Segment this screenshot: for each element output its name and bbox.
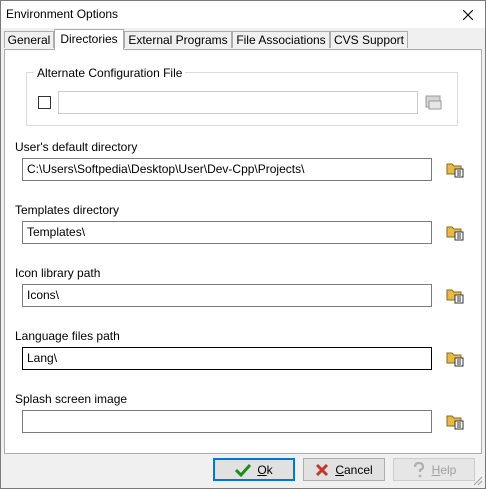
- ok-button[interactable]: Ok: [213, 458, 295, 481]
- alternate-config-label: Alternate Configuration File: [34, 66, 186, 80]
- icon-path-browse-button[interactable]: [444, 284, 466, 306]
- templates-dir-input[interactable]: Templates\: [22, 221, 432, 244]
- environment-options-dialog: Environment Options General Directories …: [0, 0, 486, 489]
- folder-browse-icon: [446, 289, 464, 304]
- alternate-config-checkbox[interactable]: [38, 96, 51, 109]
- window-title: Environment Options: [6, 7, 119, 21]
- help-button[interactable]: Help: [393, 458, 475, 481]
- default-dir-browse-button[interactable]: [444, 158, 466, 180]
- title-bar: Environment Options: [1, 1, 485, 28]
- question-icon: [412, 461, 426, 478]
- cross-icon: [315, 463, 329, 477]
- splash-image-browse-button[interactable]: [444, 410, 466, 432]
- alternate-config-input[interactable]: [58, 91, 418, 114]
- folder-browse-icon: [446, 415, 464, 430]
- folder-browse-icon: [446, 163, 464, 178]
- tab-external-programs[interactable]: External Programs: [124, 31, 232, 48]
- folder-browse-icon: [425, 95, 442, 110]
- default-dir-input[interactable]: C:\Users\Softpedia\Desktop\User\Dev-Cpp\…: [22, 158, 432, 181]
- button-bar: Ok Cancel Help: [1, 454, 485, 488]
- alternate-config-browse-button[interactable]: [423, 91, 445, 113]
- cancel-button[interactable]: Cancel: [303, 458, 385, 481]
- templates-dir-label: Templates directory: [15, 203, 120, 217]
- templates-dir-browse-button[interactable]: [444, 221, 466, 243]
- help-label: Help: [431, 462, 457, 477]
- alternate-config-group: Alternate Configuration File: [26, 66, 458, 126]
- tab-cvs-support[interactable]: CVS Support: [330, 31, 408, 48]
- folder-browse-icon: [446, 226, 464, 241]
- checkmark-icon: [235, 463, 252, 477]
- lang-path-label: Language files path: [15, 329, 120, 343]
- icon-path-label: Icon library path: [15, 266, 101, 280]
- close-icon: [463, 9, 473, 20]
- tab-general[interactable]: General: [4, 31, 54, 48]
- default-dir-label: User's default directory: [15, 140, 138, 154]
- close-button[interactable]: [451, 1, 485, 28]
- ok-label: Ok: [257, 462, 273, 477]
- icon-path-input[interactable]: Icons\: [22, 284, 432, 307]
- folder-browse-icon: [446, 352, 464, 367]
- directories-panel: Alternate Configuration File User's defa…: [4, 49, 482, 454]
- resize-grip-icon[interactable]: [473, 476, 483, 486]
- tab-directories[interactable]: Directories: [54, 29, 124, 50]
- splash-image-label: Splash screen image: [15, 392, 128, 406]
- lang-path-input[interactable]: Lang\: [22, 347, 432, 370]
- splash-image-input[interactable]: [22, 410, 432, 433]
- tab-file-associations[interactable]: File Associations: [232, 31, 330, 48]
- lang-path-browse-button[interactable]: [444, 347, 466, 369]
- cancel-label: Cancel: [335, 462, 373, 477]
